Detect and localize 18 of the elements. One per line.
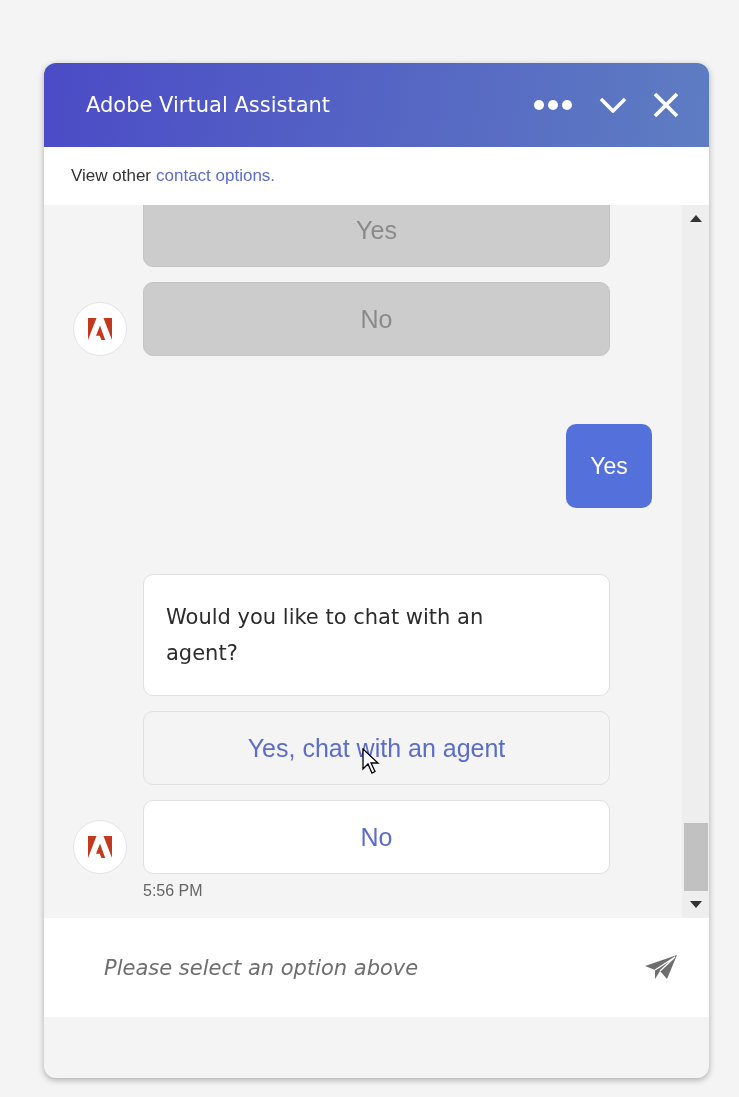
adobe-logo-icon xyxy=(88,318,112,340)
message-time: 5:56 PM xyxy=(143,882,203,899)
user-message: Yes xyxy=(566,424,652,508)
adobe-logo-icon xyxy=(88,836,112,858)
contact-text: View other xyxy=(71,166,151,186)
scroll-down-icon[interactable] xyxy=(689,901,702,908)
bot-message: Would you like to chat with an agent? xyxy=(143,574,610,696)
minimize-icon[interactable] xyxy=(599,97,627,113)
window-title: Adobe Virtual Assistant xyxy=(86,93,332,117)
close-icon[interactable] xyxy=(653,92,679,118)
option-button[interactable]: No xyxy=(143,800,610,874)
send-icon[interactable] xyxy=(645,954,677,981)
option-button[interactable]: Yes, chat with an agent xyxy=(143,711,610,785)
scroll-up-icon[interactable] xyxy=(689,215,702,222)
contact-link[interactable]: contact options. xyxy=(156,166,276,186)
more-icon[interactable] xyxy=(533,99,573,111)
scrollbar[interactable] xyxy=(682,205,709,918)
scroll-thumb[interactable] xyxy=(683,823,708,891)
